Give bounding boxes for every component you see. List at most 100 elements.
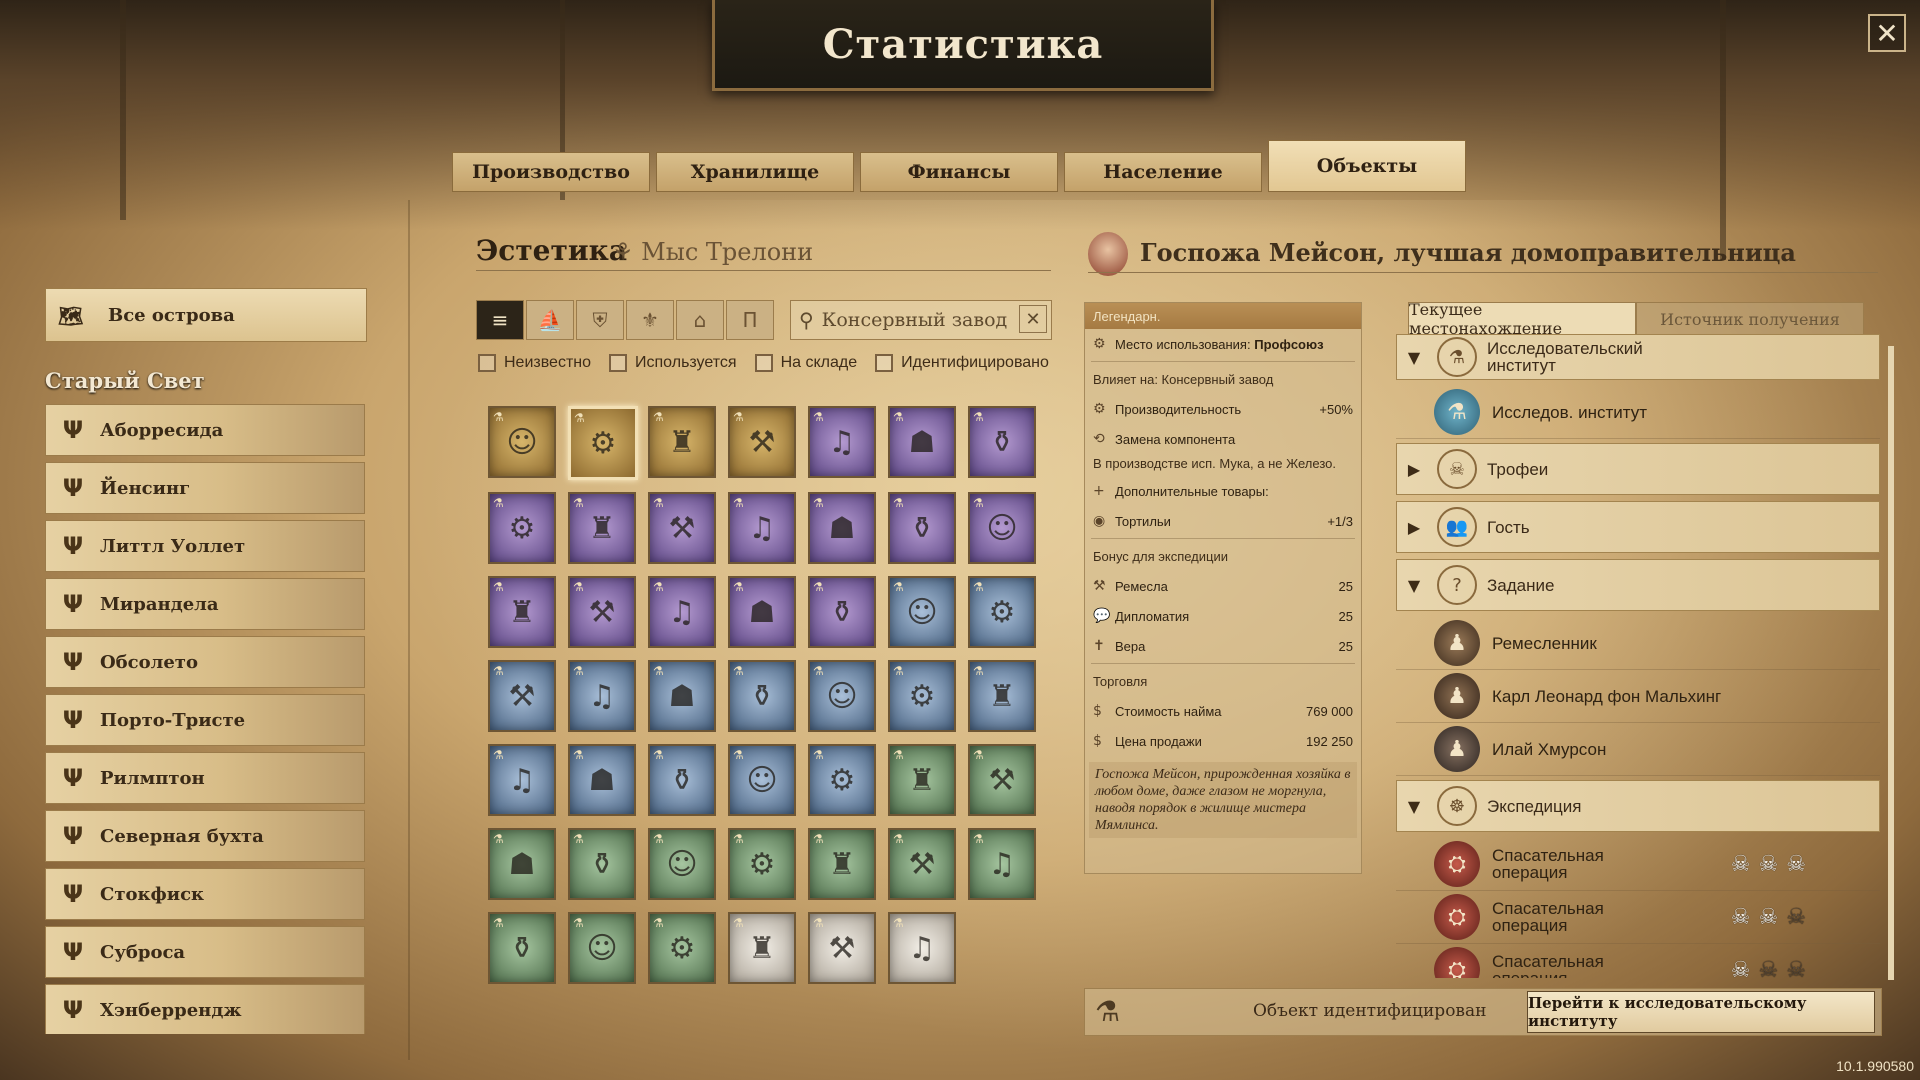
checkbox-unknown[interactable]: Неизвестно xyxy=(478,354,591,372)
item-slot[interactable]: ⚗ ⚱ xyxy=(648,744,716,816)
item-slot[interactable]: ⚗ ♫ xyxy=(648,576,716,648)
group-guest[interactable]: ▶ 👥 Гость xyxy=(1396,501,1880,553)
scrollbar[interactable] xyxy=(1888,346,1894,980)
item-slot[interactable]: ⚗ ♜ xyxy=(808,828,876,900)
item-slot[interactable]: ⚗ ⚱ xyxy=(728,660,796,732)
item-slot[interactable]: ⚗ ☺ xyxy=(968,492,1036,564)
tab-items[interactable]: Объекты xyxy=(1268,140,1466,192)
group-institute[interactable]: ▼ ⚗ Исследовательский институт xyxy=(1396,334,1880,380)
group-trophies[interactable]: ▶ ☠ Трофеи xyxy=(1396,443,1880,495)
group-quest[interactable]: ▼ ? Задание xyxy=(1396,559,1880,611)
item-slot[interactable]: ⚗ ♫ xyxy=(728,492,796,564)
tab-population[interactable]: Население xyxy=(1064,152,1262,192)
item-slot[interactable]: ⚗ ⚒ xyxy=(648,492,716,564)
filter-all-button[interactable]: ≡ xyxy=(476,300,524,340)
item-slot[interactable]: ⚗ ⚙ xyxy=(648,912,716,984)
item-slot[interactable]: ⚗ ⚒ xyxy=(888,828,956,900)
item-slot[interactable]: ⚗ ⚙ xyxy=(968,576,1036,648)
item-slot[interactable]: ⚗ ☗ xyxy=(808,492,876,564)
item-slot[interactable]: ⚗ ♫ xyxy=(888,912,956,984)
island-item[interactable]: Ψ Суброса xyxy=(45,926,365,978)
island-item[interactable]: Ψ Стокфиск xyxy=(45,868,365,920)
checkbox-box[interactable] xyxy=(875,354,894,372)
item-slot[interactable]: ⚗ ⚱ xyxy=(888,492,956,564)
list-item-expedition[interactable]: ⛭ Спасательная операция ☠ ☠ ☠ xyxy=(1396,891,1880,944)
item-slot[interactable]: ⚗ ☗ xyxy=(728,576,796,648)
item-slot[interactable]: ⚗ ⚒ xyxy=(728,406,796,478)
item-slot[interactable]: ⚗ ⚱ xyxy=(808,576,876,648)
checkbox-box[interactable] xyxy=(478,354,496,372)
item-slot[interactable]: ⚗ ☗ xyxy=(488,828,556,900)
tab-storage[interactable]: Хранилище xyxy=(656,152,854,192)
island-item[interactable]: Ψ Хэнберрендж xyxy=(45,984,365,1034)
list-item-expedition[interactable]: ⛭ Спасательная операция ☠ ☠ ☠ xyxy=(1396,944,1880,978)
item-slot[interactable]: ⚗ ⚙ xyxy=(888,660,956,732)
clear-search-button[interactable]: ✕ xyxy=(1019,305,1047,333)
group-expedition[interactable]: ▼ ☸ Экспедиция xyxy=(1396,780,1880,832)
item-slot[interactable]: ⚗ ☺ xyxy=(728,744,796,816)
island-item[interactable]: Ψ Литтл Уоллет xyxy=(45,520,365,572)
checkbox-box[interactable] xyxy=(609,354,628,372)
search-field[interactable]: ⚲ Консервный завод ✕ xyxy=(790,300,1052,340)
item-slot[interactable]: ⚗ ☺ xyxy=(648,828,716,900)
island-item[interactable]: Ψ Обсолето xyxy=(45,636,365,688)
item-slot[interactable]: ⚗ ♜ xyxy=(968,660,1036,732)
item-slot[interactable]: ⚗ ☺ xyxy=(568,912,636,984)
item-slot[interactable]: ⚗ ☺ xyxy=(888,576,956,648)
item-slot[interactable]: ⚗ ♫ xyxy=(568,660,636,732)
item-slot[interactable]: ⚗ ♜ xyxy=(648,406,716,478)
island-item[interactable]: Ψ Мирандела xyxy=(45,578,365,630)
item-slot[interactable]: ⚗ ♜ xyxy=(728,912,796,984)
filter-ship-button[interactable]: ⛵ xyxy=(526,300,574,340)
item-slot[interactable]: ⚗ ⚙ xyxy=(808,744,876,816)
item-slot[interactable]: ⚗ ⚱ xyxy=(568,828,636,900)
item-slot[interactable]: ⚗ ⚱ xyxy=(968,406,1036,478)
item-slot[interactable]: ⚗ ⚒ xyxy=(968,744,1036,816)
checkbox-identified[interactable]: Идентифицировано xyxy=(875,354,1049,372)
goto-institute-button[interactable]: Перейти к исследовательскому институту xyxy=(1527,991,1875,1033)
item-slot[interactable]: ⚗ ☗ xyxy=(888,406,956,478)
checkbox-box[interactable] xyxy=(754,354,773,372)
item-slot[interactable]: ⚗ ⚱ xyxy=(488,912,556,984)
item-slot[interactable]: ⚗ ⚒ xyxy=(808,912,876,984)
filter-town-hall-button[interactable]: Π xyxy=(726,300,774,340)
island-item[interactable]: Ψ Аборресида xyxy=(45,404,365,456)
checkbox-in-storage[interactable]: На складе xyxy=(754,354,857,372)
item-slot[interactable]: ⚗ ⚙ xyxy=(728,828,796,900)
island-item[interactable]: Ψ Северная бухта xyxy=(45,810,365,862)
scrollbar-thumb[interactable] xyxy=(1888,346,1894,980)
item-slot[interactable]: ⚗ ⚒ xyxy=(568,576,636,648)
all-islands-button[interactable]: 🗺 Все острова xyxy=(45,288,367,342)
island-item[interactable]: Ψ Рилмптон xyxy=(45,752,365,804)
item-slot[interactable]: ⚗ ♜ xyxy=(488,576,556,648)
item-slot[interactable]: ⚗ ♜ xyxy=(568,492,636,564)
filter-building-button[interactable]: ⌂ xyxy=(676,300,724,340)
filter-culture-button[interactable]: ⚜ xyxy=(626,300,674,340)
close-button[interactable]: ✕ xyxy=(1868,14,1906,52)
search-input[interactable]: Консервный завод xyxy=(822,309,1008,331)
item-slot[interactable]: ⚗ ♫ xyxy=(968,828,1036,900)
item-slot[interactable]: ⚗ ♫ xyxy=(488,744,556,816)
list-item-quest[interactable]: ♟ Карл Леонард фон Мальхинг xyxy=(1396,670,1880,723)
filter-military-button[interactable]: ⛨ xyxy=(576,300,624,340)
tab-source[interactable]: Источник получения xyxy=(1636,302,1864,336)
list-item-quest[interactable]: ♟ Илай Хмурсон xyxy=(1396,723,1880,776)
tab-finance[interactable]: Финансы xyxy=(860,152,1058,192)
checkbox-in-use[interactable]: Используется xyxy=(609,354,737,372)
item-slot[interactable]: ⚗ ♫ xyxy=(808,406,876,478)
item-slot[interactable]: ⚗ ⚙ xyxy=(488,492,556,564)
tab-current-location[interactable]: Текущее местонахождение xyxy=(1408,300,1636,338)
item-slot[interactable]: ⚗ ☺ xyxy=(808,660,876,732)
item-slot[interactable]: ⚗ ⚙ xyxy=(568,406,638,480)
item-slot[interactable]: ⚗ ⚒ xyxy=(488,660,556,732)
item-slot[interactable]: ⚗ ☗ xyxy=(568,744,636,816)
list-item-expedition[interactable]: ⛭ Спасательная операция ☠ ☠ ☠ xyxy=(1396,838,1880,891)
item-slot[interactable]: ⚗ ☗ xyxy=(648,660,716,732)
island-item[interactable]: Ψ Порто-Тристе xyxy=(45,694,365,746)
item-slot[interactable]: ⚗ ♜ xyxy=(888,744,956,816)
list-item-quest[interactable]: ♟ Ремесленник xyxy=(1396,617,1880,670)
item-slot[interactable]: ⚗ ☺ xyxy=(488,406,556,478)
list-item-institute[interactable]: ⚗ Исследов. институт xyxy=(1396,386,1880,439)
tab-production[interactable]: Производство xyxy=(452,152,650,192)
island-item[interactable]: Ψ Йенсинг xyxy=(45,462,365,514)
